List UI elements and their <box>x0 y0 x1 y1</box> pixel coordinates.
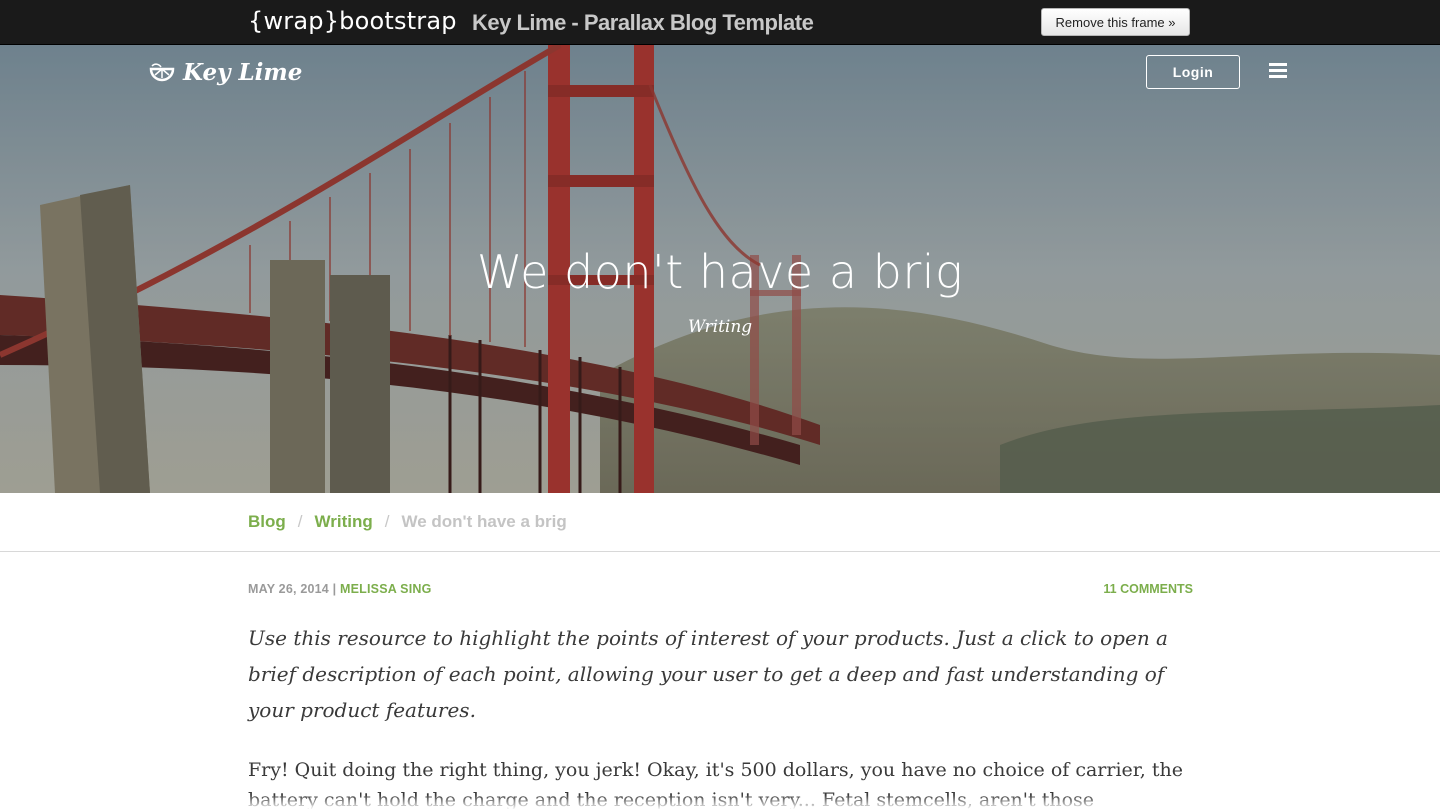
breadcrumb-bar: Blog / Writing / We don't have a brig <box>0 493 1440 552</box>
post-lead: Use this resource to highlight the point… <box>248 626 1168 722</box>
breadcrumb-link-writing[interactable]: Writing <box>315 512 373 532</box>
post-title: We don't have a brig <box>476 245 964 299</box>
meta-separator: | <box>332 582 337 596</box>
breadcrumb-separator: / <box>297 512 303 531</box>
breadcrumb-current: We don't have a brig <box>401 512 567 531</box>
brand-name: Key Lime <box>183 59 303 86</box>
remove-frame-button[interactable]: Remove this frame » <box>1041 8 1190 36</box>
post-author[interactable]: MELISSA SING <box>340 582 432 596</box>
hamburger-menu-icon[interactable] <box>1269 63 1287 79</box>
frame-bar: {wrap}bootstrap Key Lime - Parallax Blog… <box>0 0 1440 45</box>
comments-link[interactable]: 11 COMMENTS <box>1040 582 1193 596</box>
bottom-fade <box>0 795 1440 809</box>
breadcrumb-separator: / <box>384 512 390 531</box>
login-button[interactable]: Login <box>1146 55 1240 89</box>
hero-banner: Key Lime Login We don't have a brig Writ… <box>0 45 1440 493</box>
post-meta: MAY 26, 2014 | MELISSA SING <box>248 582 432 596</box>
post-category[interactable]: Writing <box>0 317 1440 337</box>
post-date: MAY 26, 2014 <box>248 582 329 596</box>
breadcrumb: Blog / Writing / We don't have a brig <box>248 512 567 532</box>
breadcrumb-link-blog[interactable]: Blog <box>248 512 286 532</box>
lime-slice-icon <box>149 62 175 81</box>
brand-logo[interactable]: Key Lime <box>149 59 302 86</box>
frame-title: Key Lime - Parallax Blog Template <box>472 10 814 35</box>
wrapbootstrap-logo[interactable]: {wrap}bootstrap <box>248 7 457 35</box>
